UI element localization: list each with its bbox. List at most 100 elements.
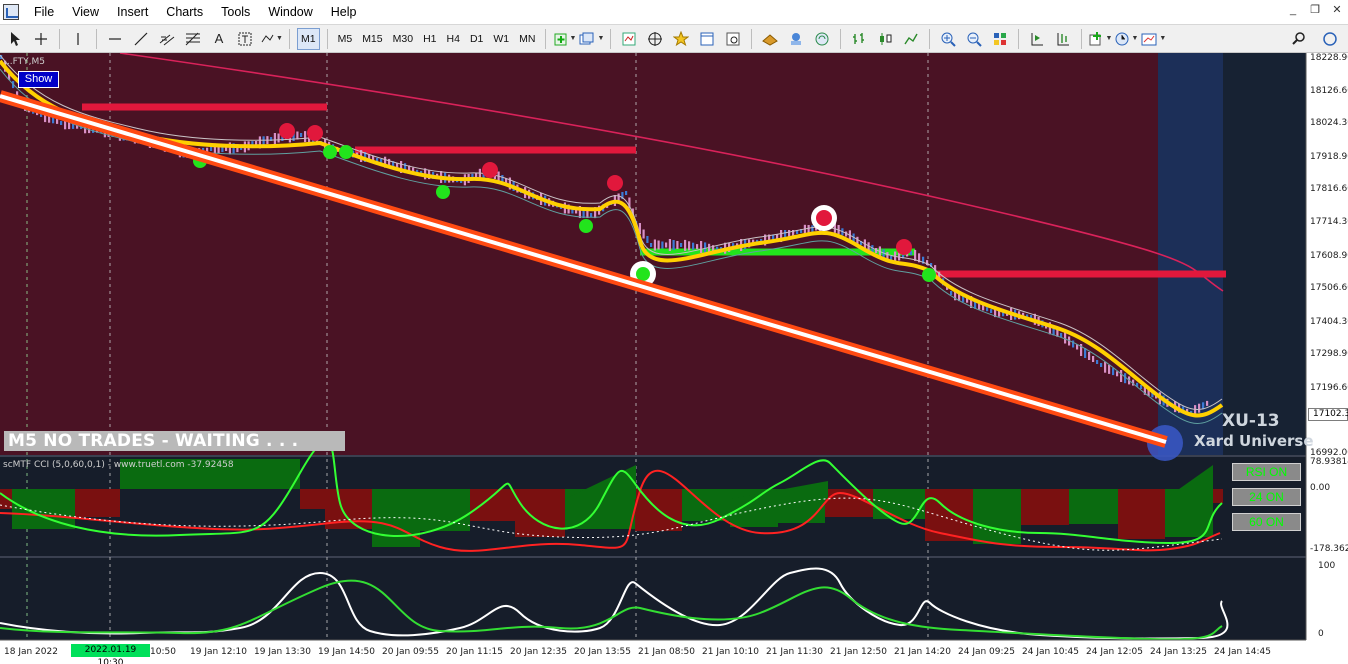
candle: [642, 229, 645, 239]
menu-view[interactable]: View: [63, 0, 108, 24]
chart-shift-icon[interactable]: [1051, 27, 1075, 51]
menu-charts[interactable]: Charts: [157, 0, 212, 24]
zoom-out-icon[interactable]: [962, 27, 986, 51]
toolbar-separator: [326, 28, 328, 49]
text-label-icon[interactable]: [233, 27, 257, 51]
tf60-toggle-button[interactable]: 60 ON: [1232, 513, 1301, 531]
rsi-toggle-button[interactable]: RSI ON: [1232, 463, 1301, 481]
community-icon[interactable]: [1318, 27, 1342, 51]
price-tick-label: 18024.30: [1310, 118, 1348, 128]
toolbar-separator: [289, 28, 290, 49]
candle: [56, 118, 59, 124]
candle: [700, 241, 703, 253]
candle: [646, 236, 649, 243]
shapes-dropdown-icon[interactable]: ▼: [259, 27, 283, 51]
navigator-icon[interactable]: [669, 27, 693, 51]
toolbar-separator: [929, 28, 931, 49]
chart-window-icon[interactable]: [3, 4, 19, 20]
buy-signal-dot: [636, 267, 650, 281]
trendline-icon[interactable]: [129, 27, 153, 51]
strategy-tester-icon[interactable]: [721, 27, 745, 51]
time-tick-label: 21 Jan 12:50: [830, 647, 887, 657]
time-tick-label: 18 Jan 2022: [4, 647, 58, 657]
cci-histogram-block: [1069, 489, 1118, 524]
profiles-icon[interactable]: ▼: [578, 27, 604, 51]
candle: [696, 244, 699, 250]
vertical-line-icon[interactable]: [66, 27, 90, 51]
candle: [300, 133, 303, 137]
terminal-icon[interactable]: [695, 27, 719, 51]
toolbar-separator: [610, 28, 612, 49]
timeframe-h1-button[interactable]: H1: [420, 28, 439, 50]
menu-help[interactable]: Help: [322, 0, 366, 24]
cci-scale-label: 0.00: [1310, 483, 1330, 493]
market-icon[interactable]: [758, 27, 782, 51]
cci-indicator-label: scMTF CCI (5,0,60,0,1) - www.truetl.com …: [3, 460, 234, 470]
vps-icon[interactable]: [810, 27, 834, 51]
candle: [661, 241, 664, 249]
cursor-arrow-icon[interactable]: [3, 27, 27, 51]
equidistant-channel-icon[interactable]: [155, 27, 179, 51]
chart-area[interactable]: 18228.90 18126.60 18024.30 17918.90 17816.60…: [0, 53, 1348, 664]
toolbar-separator: [1081, 28, 1083, 49]
search-icon[interactable]: [1287, 27, 1311, 51]
candle: [1064, 332, 1067, 344]
templates-icon[interactable]: ▼: [1140, 27, 1166, 51]
indicators-icon[interactable]: ▼: [1088, 27, 1112, 51]
restore-icon[interactable]: ❐: [1308, 4, 1322, 18]
menu-insert[interactable]: Insert: [108, 0, 157, 24]
chart-canvas[interactable]: 18228.90 18126.60 18024.30 17918.90 17816.60…: [0, 53, 1348, 664]
zoom-in-icon[interactable]: [936, 27, 960, 51]
menu-file[interactable]: File: [25, 0, 63, 24]
autoscroll-icon[interactable]: [1025, 27, 1049, 51]
timeframe-m1-button[interactable]: M1: [297, 27, 320, 50]
tf24-toggle-button[interactable]: 24 ON: [1232, 488, 1301, 506]
line-chart-icon[interactable]: [899, 27, 923, 51]
candle: [692, 242, 695, 250]
cci-histogram-block: [825, 489, 873, 517]
candle: [950, 291, 953, 295]
buy-signal-dot: [922, 268, 936, 282]
toolbar-separator: [545, 28, 547, 49]
menu-window[interactable]: Window: [259, 0, 321, 24]
market-watch-icon[interactable]: [617, 27, 641, 51]
candlesticks-icon[interactable]: [873, 27, 897, 51]
candle: [914, 249, 917, 261]
chart-symbol-label: ...FTY,M5: [4, 57, 45, 67]
data-window-icon[interactable]: [643, 27, 667, 51]
cci-scale-label: 78.93814: [1310, 457, 1348, 467]
bar-chart-icon[interactable]: [847, 27, 871, 51]
menu-bar: File View Insert Charts Tools Window Hel…: [0, 0, 1348, 24]
close-icon[interactable]: ✕: [1330, 4, 1344, 18]
candle: [986, 307, 989, 312]
timeframe-w1-button[interactable]: W1: [490, 28, 512, 50]
candle: [676, 241, 679, 249]
candle: [1120, 370, 1123, 382]
timeframe-d1-button[interactable]: D1: [467, 28, 486, 50]
timeframe-mn-button[interactable]: MN: [516, 28, 538, 50]
crosshair-icon[interactable]: [29, 27, 53, 51]
timeframe-h4-button[interactable]: H4: [444, 28, 463, 50]
fibonacci-icon[interactable]: [181, 27, 205, 51]
time-tick-label: 19 Jan 12:10: [190, 647, 247, 657]
sell-signal-dot: [816, 210, 832, 226]
menu-tools[interactable]: Tools: [212, 0, 259, 24]
horizontal-line-icon[interactable]: [103, 27, 127, 51]
periods-clock-icon[interactable]: ▼: [1114, 27, 1138, 51]
signals-icon[interactable]: [784, 27, 808, 51]
minimize-icon[interactable]: _: [1286, 4, 1300, 18]
show-button[interactable]: Show: [18, 71, 59, 88]
text-icon[interactable]: A: [207, 27, 231, 51]
sell-signal-dot: [896, 239, 912, 255]
candle: [60, 121, 63, 125]
timeframe-m15-button[interactable]: M15: [359, 28, 385, 50]
timeframe-m5-button[interactable]: M5: [335, 28, 356, 50]
new-chart-icon[interactable]: ▼: [552, 27, 576, 51]
toolbar-separator: [751, 28, 753, 49]
tile-windows-icon[interactable]: [988, 27, 1012, 51]
timeframe-m30-button[interactable]: M30: [390, 28, 416, 50]
candle: [1112, 368, 1115, 376]
toolbar-separator: [96, 28, 97, 49]
toolbar: A ▼ M1 M5 M15 M30 H1 H4 D1 W1 MN ▼ ▼ ▼ ▼…: [0, 24, 1348, 53]
oscillator-plot-bg: [0, 558, 1306, 640]
